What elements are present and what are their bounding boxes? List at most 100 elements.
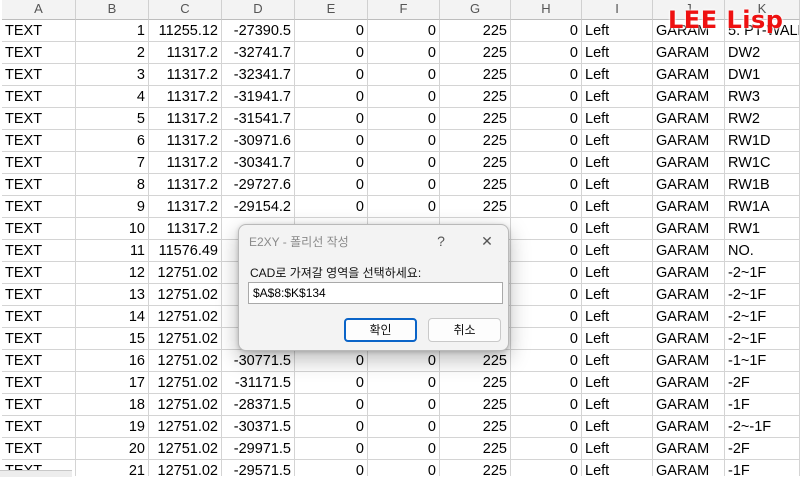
cell-a[interactable]: TEXT	[2, 42, 76, 64]
cell-i[interactable]: Left	[582, 174, 653, 196]
cell-h[interactable]: 0	[511, 152, 582, 174]
cell-c[interactable]: 11576.49	[149, 240, 222, 262]
cell-f[interactable]: 0	[368, 196, 440, 218]
cell-e[interactable]: 0	[295, 20, 368, 42]
cell-b[interactable]: 16	[76, 350, 149, 372]
cell-i[interactable]: Left	[582, 42, 653, 64]
cell-b[interactable]: 14	[76, 306, 149, 328]
cell-b[interactable]: 11	[76, 240, 149, 262]
column-header-c[interactable]: C	[149, 0, 222, 20]
cell-j[interactable]: GARAM	[653, 284, 725, 306]
column-header-f[interactable]: F	[368, 0, 440, 20]
cell-j[interactable]: GARAM	[653, 218, 725, 240]
cell-h[interactable]: 0	[511, 306, 582, 328]
cell-d[interactable]: -27390.5	[222, 20, 295, 42]
cell-c[interactable]: 12751.02	[149, 284, 222, 306]
cell-a[interactable]: TEXT	[2, 174, 76, 196]
cell-b[interactable]: 18	[76, 394, 149, 416]
cell-a[interactable]: TEXT	[2, 394, 76, 416]
close-icon[interactable]: ✕	[477, 231, 497, 251]
cell-k[interactable]: -2~-1F	[725, 416, 800, 438]
cell-h[interactable]: 0	[511, 416, 582, 438]
cell-j[interactable]: GARAM	[653, 394, 725, 416]
cell-f[interactable]: 0	[368, 130, 440, 152]
cell-j[interactable]: GARAM	[653, 42, 725, 64]
cell-h[interactable]: 0	[511, 262, 582, 284]
column-header-h[interactable]: H	[511, 0, 582, 20]
cell-c[interactable]: 12751.02	[149, 262, 222, 284]
cell-b[interactable]: 12	[76, 262, 149, 284]
cell-c[interactable]: 11317.2	[149, 196, 222, 218]
cell-h[interactable]: 0	[511, 42, 582, 64]
cell-c[interactable]: 11317.2	[149, 42, 222, 64]
cell-i[interactable]: Left	[582, 218, 653, 240]
cell-b[interactable]: 20	[76, 438, 149, 460]
cell-b[interactable]: 5	[76, 108, 149, 130]
cell-e[interactable]: 0	[295, 438, 368, 460]
cell-e[interactable]: 0	[295, 372, 368, 394]
cell-g[interactable]: 225	[440, 108, 511, 130]
cell-d[interactable]: -29571.5	[222, 460, 295, 476]
cell-g[interactable]: 225	[440, 64, 511, 86]
cell-i[interactable]: Left	[582, 460, 653, 476]
cell-d[interactable]: -32341.7	[222, 64, 295, 86]
cell-j[interactable]: GARAM	[653, 86, 725, 108]
cell-k[interactable]: -2F	[725, 438, 800, 460]
cell-g[interactable]: 225	[440, 394, 511, 416]
cell-f[interactable]: 0	[368, 86, 440, 108]
cell-f[interactable]: 0	[368, 152, 440, 174]
cell-b[interactable]: 6	[76, 130, 149, 152]
cell-d[interactable]: -30371.5	[222, 416, 295, 438]
cell-b[interactable]: 19	[76, 416, 149, 438]
cell-d[interactable]: -29154.2	[222, 196, 295, 218]
cell-k[interactable]: DW1	[725, 64, 800, 86]
cell-h[interactable]: 0	[511, 130, 582, 152]
cell-j[interactable]: GARAM	[653, 460, 725, 476]
cell-a[interactable]: TEXT	[2, 108, 76, 130]
cell-f[interactable]: 0	[368, 64, 440, 86]
cell-g[interactable]: 225	[440, 86, 511, 108]
cell-i[interactable]: Left	[582, 262, 653, 284]
cancel-button[interactable]: 취소	[428, 318, 501, 342]
range-input[interactable]	[248, 282, 503, 304]
cell-b[interactable]: 17	[76, 372, 149, 394]
cell-i[interactable]: Left	[582, 20, 653, 42]
cell-b[interactable]: 21	[76, 460, 149, 476]
cell-a[interactable]: TEXT	[2, 262, 76, 284]
cell-b[interactable]: 9	[76, 196, 149, 218]
cell-h[interactable]: 0	[511, 174, 582, 196]
cell-g[interactable]: 225	[440, 350, 511, 372]
cell-a[interactable]: TEXT	[2, 372, 76, 394]
cell-k[interactable]: RW1C	[725, 152, 800, 174]
cell-a[interactable]: TEXT	[2, 306, 76, 328]
cell-c[interactable]: 11317.2	[149, 86, 222, 108]
cell-g[interactable]: 225	[440, 20, 511, 42]
cell-a[interactable]: TEXT	[2, 416, 76, 438]
cell-k[interactable]: -1F	[725, 460, 800, 476]
cell-a[interactable]: TEXT	[2, 240, 76, 262]
cell-i[interactable]: Left	[582, 416, 653, 438]
cell-k[interactable]: -1~1F	[725, 350, 800, 372]
cell-d[interactable]: -31941.7	[222, 86, 295, 108]
cell-j[interactable]: GARAM	[653, 196, 725, 218]
cell-c[interactable]: 12751.02	[149, 372, 222, 394]
cell-h[interactable]: 0	[511, 394, 582, 416]
cell-i[interactable]: Left	[582, 350, 653, 372]
cell-e[interactable]: 0	[295, 64, 368, 86]
cell-a[interactable]: TEXT	[2, 64, 76, 86]
cell-g[interactable]: 225	[440, 416, 511, 438]
cell-d[interactable]: -30971.6	[222, 130, 295, 152]
cell-e[interactable]: 0	[295, 42, 368, 64]
column-header-g[interactable]: G	[440, 0, 511, 20]
cell-e[interactable]: 0	[295, 152, 368, 174]
cell-c[interactable]: 12751.02	[149, 416, 222, 438]
cell-f[interactable]: 0	[368, 460, 440, 476]
cell-h[interactable]: 0	[511, 64, 582, 86]
cell-h[interactable]: 0	[511, 328, 582, 350]
cell-c[interactable]: 11317.2	[149, 174, 222, 196]
cell-a[interactable]: TEXT	[2, 20, 76, 42]
cell-k[interactable]: -2~1F	[725, 306, 800, 328]
column-header-d[interactable]: D	[222, 0, 295, 20]
cell-k[interactable]: RW3	[725, 86, 800, 108]
help-button[interactable]: ?	[431, 231, 451, 251]
